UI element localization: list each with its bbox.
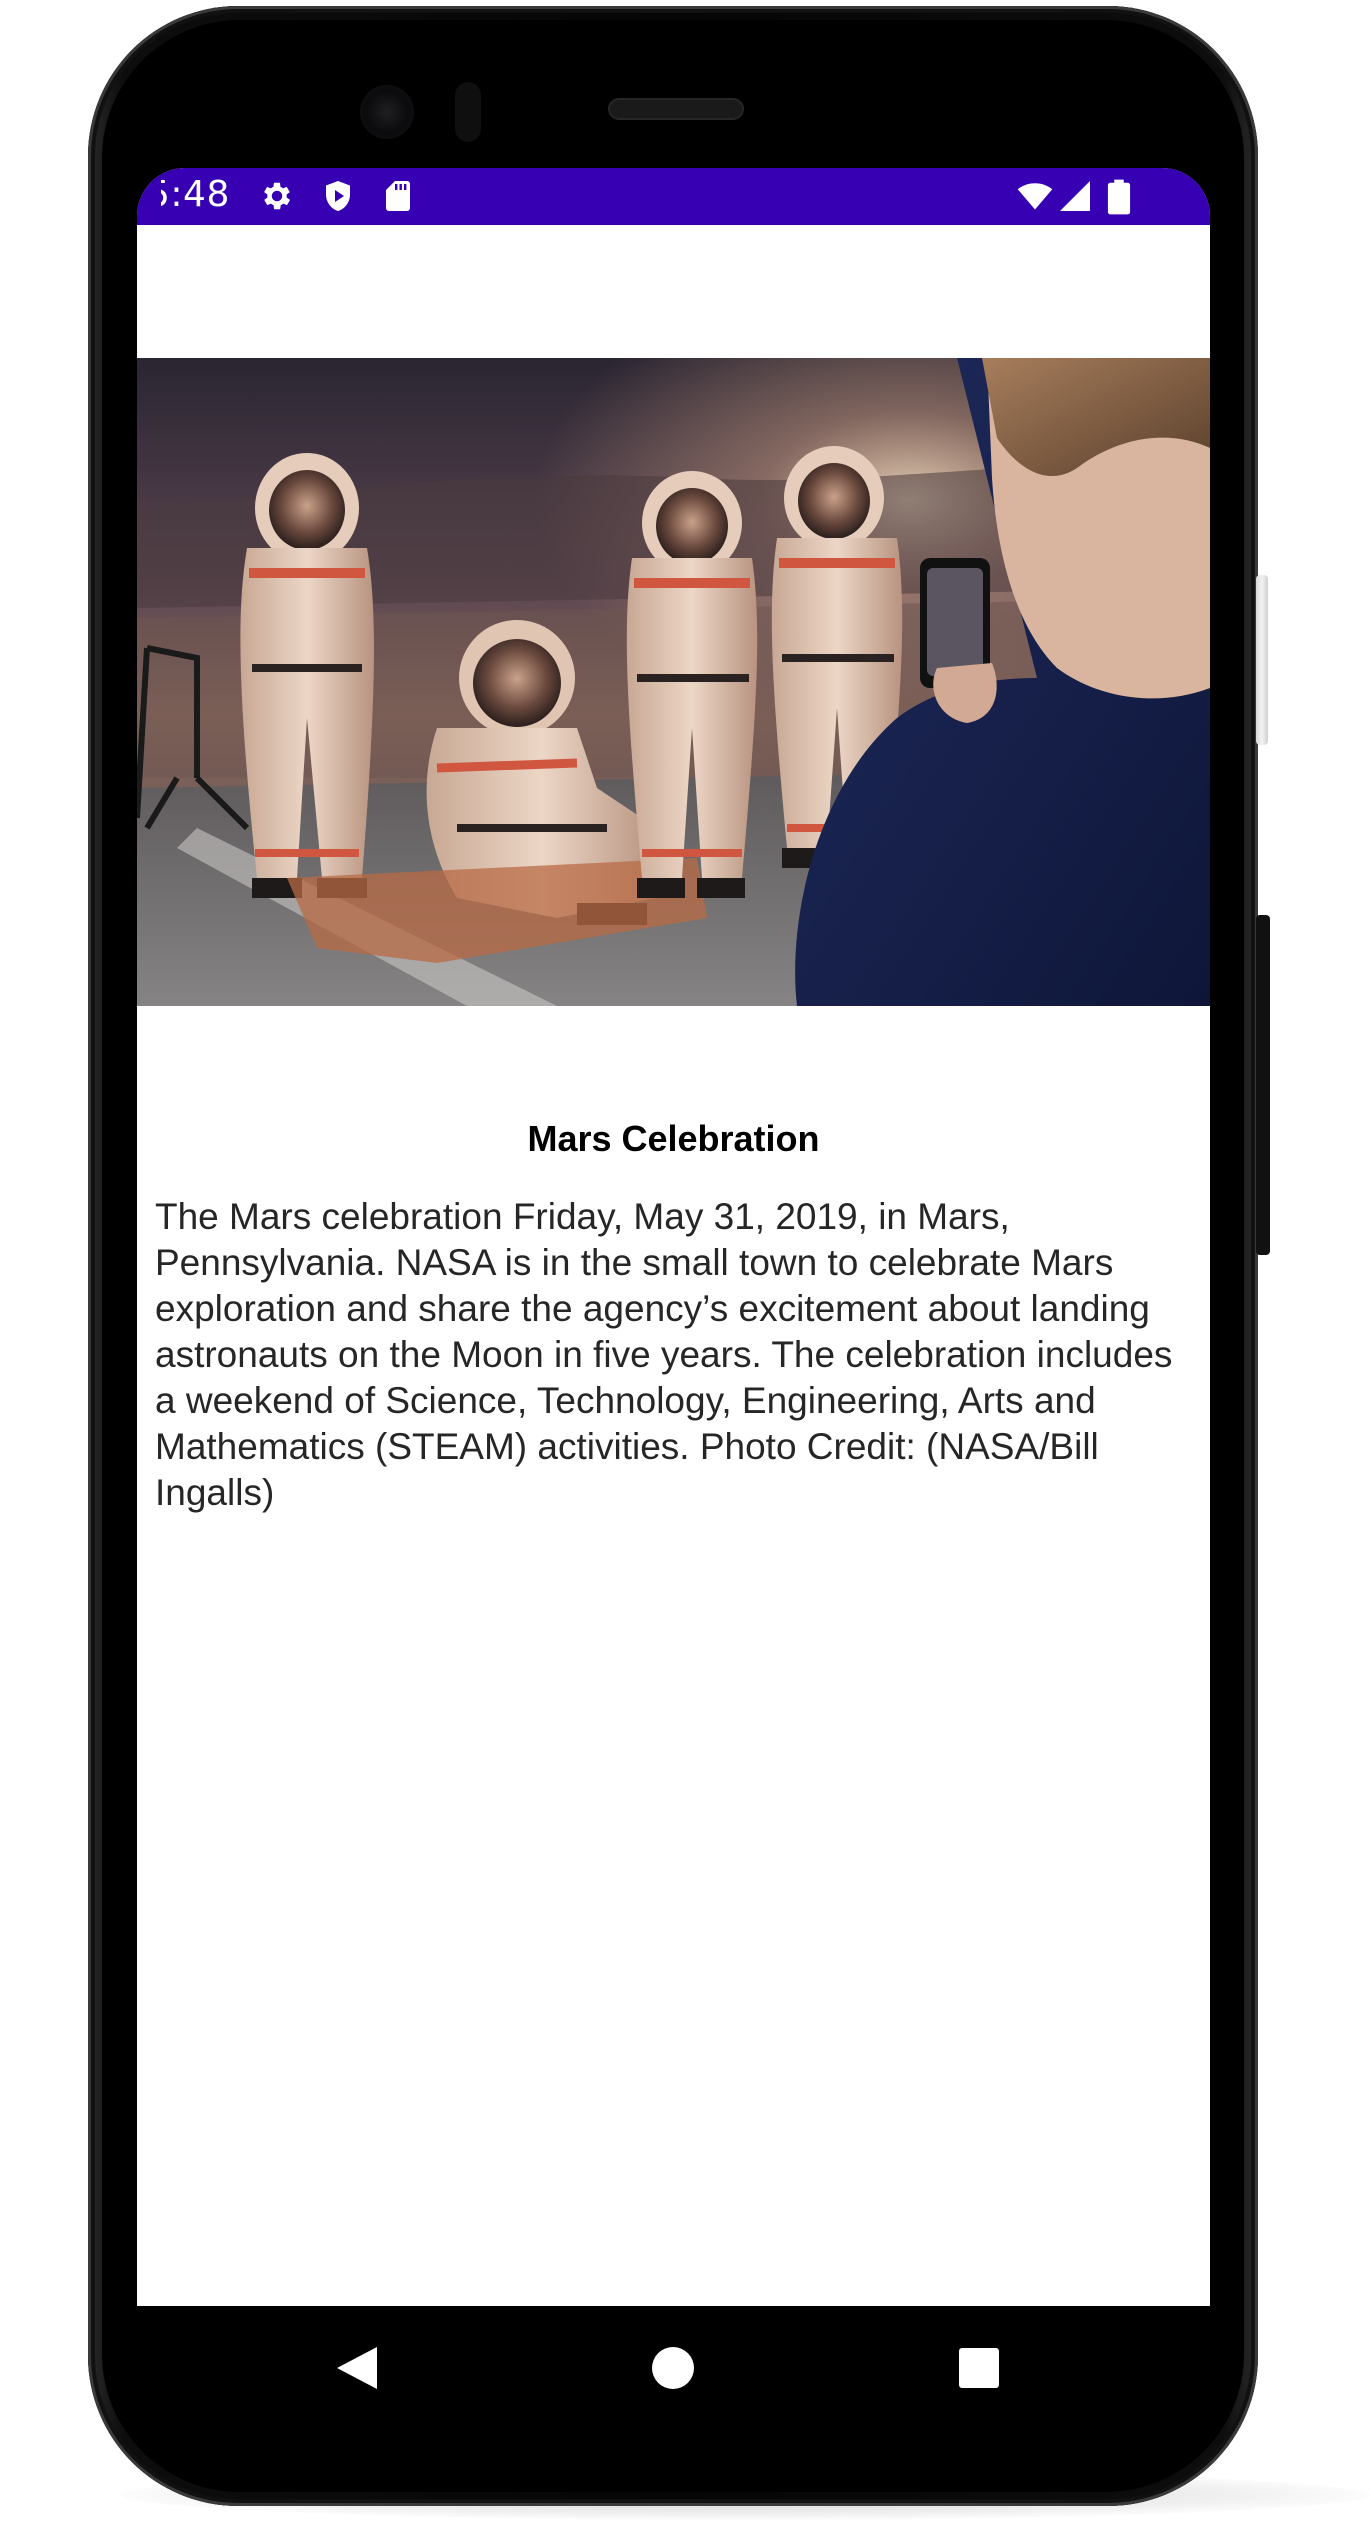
mars-celebration-photo [137,358,1210,1006]
app-screen: 5:48 Mars Celebration The Mars celebrati… [137,168,1210,2430]
hero-image [137,358,1210,1006]
proximity-sensor [455,82,481,142]
volume-button[interactable] [1256,915,1270,1255]
recents-icon[interactable] [949,2338,1009,2398]
back-icon[interactable] [327,2338,387,2398]
earpiece-speaker [610,100,742,118]
navigation-bar [137,2306,1210,2430]
status-time: 5:48 [147,174,230,215]
device-frame-stage: 5:48 Mars Celebration The Mars celebrati… [0,0,1370,2534]
battery-icon [1107,178,1137,215]
front-camera-icon [360,85,414,139]
sd-card-icon [380,178,416,214]
article-title: Mars Celebration [527,1118,820,1159]
cell-signal-icon [1057,178,1093,214]
wifi-icon [1013,178,1057,214]
shield-play-icon [320,178,356,214]
power-button[interactable] [1256,575,1268,745]
home-icon[interactable] [643,2338,703,2398]
article-description: The Mars celebration Friday, May 31, 201… [155,1196,1173,1513]
status-bar: 5:48 [137,168,1210,225]
toolbar-area [137,225,1210,358]
gear-icon [259,178,295,214]
